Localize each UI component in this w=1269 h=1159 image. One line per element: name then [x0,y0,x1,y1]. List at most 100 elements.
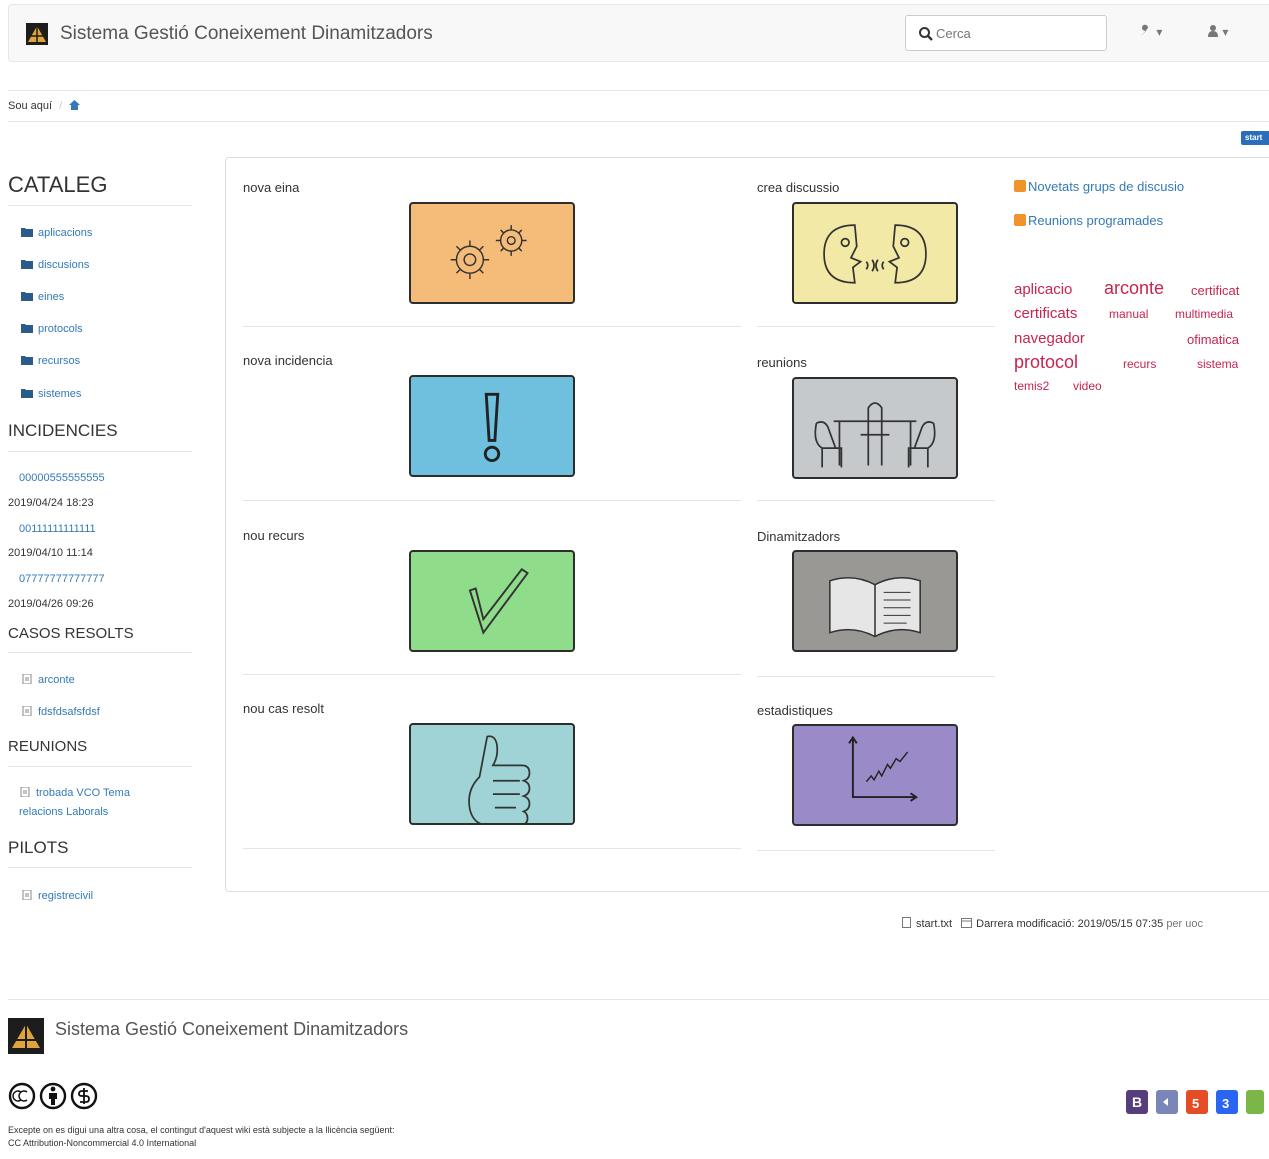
user-dropdown[interactable]: ▾ [1207,24,1228,39]
bootstrap-icon[interactable]: B [1126,1090,1148,1114]
tile-label-dinamitzadors[interactable]: Dinamitzadors [757,529,840,544]
page-id-badge: start [1241,131,1269,145]
meeting-table-icon [814,402,936,468]
divider [8,205,192,206]
chart-icon [848,735,919,802]
css3-icon[interactable]: 3 [1216,1090,1238,1114]
html5-icon[interactable]: 5 [1186,1090,1208,1114]
rss-icon [1014,214,1026,226]
incidencia-link[interactable]: 00000555555555 [19,472,105,484]
page-file[interactable]: start.txt [916,918,952,930]
tag-link[interactable]: multimedia [1175,307,1233,321]
tag-link[interactable]: arconte [1104,278,1164,299]
sidebar-item-fdsfdsafsfdsf[interactable]: fdsfdsafsfdsf [21,706,100,718]
tag-link[interactable]: sistema [1197,357,1238,371]
license-link[interactable]: CC Attribution-Noncommercial 4.0 Interna… [8,1137,394,1150]
tile-estadistiques[interactable] [792,724,958,826]
divider [757,500,995,501]
tag-link[interactable]: video [1073,379,1102,393]
tile-label-crea-discussio[interactable]: crea discussio [757,180,839,195]
tools-caret: ▾ [1156,25,1163,39]
tag-link[interactable]: aplicacio [1014,281,1072,298]
svg-text:3: 3 [1222,1096,1229,1111]
tile-reunions[interactable] [792,377,958,479]
sidebar-heading-cataleg: CATALEG [8,172,108,197]
sidebar-heading-casos: CASOS RESOLTS [8,625,134,642]
tile-label-reunions[interactable]: reunions [757,355,807,370]
incidencia-date: 2019/04/24 18:23 [8,497,94,509]
site-logo[interactable] [26,23,48,45]
divider [8,999,1269,1000]
thumbs-up-icon [468,735,531,823]
folder-icon [21,228,33,237]
tag-link[interactable]: recurs [1123,357,1156,371]
php-icon[interactable] [1156,1090,1178,1114]
incidencia-date: 2019/04/26 09:26 [8,598,94,610]
sidebar-item-label: protocols [38,323,83,335]
user-caret: ▾ [1222,25,1229,39]
modified-by: per uoc [1166,918,1204,930]
sidebar-item-label: trobada VCO Tema relacions Laborals [19,787,130,818]
feed-label: Novetats grups de discusio [1028,179,1185,194]
feed-link-reunions[interactable]: Reunions programades [1014,213,1163,228]
sidebar-item-label: eines [38,291,65,303]
document-icon [20,786,30,798]
sidebar-item-reunio[interactable]: trobada VCO Tema relacions Laborals [19,784,169,822]
sidebar-item-arconte[interactable]: arconte [21,674,75,686]
tile-label-estadistiques[interactable]: estadistiques [757,703,833,718]
tag-link[interactable]: ofimatica [1187,332,1239,347]
sidebar-item-label: arconte [38,674,75,686]
feed-link-discusio[interactable]: Novetats grups de discusio [1014,179,1184,194]
tag-link[interactable]: temis2 [1014,379,1049,393]
sidebar-item-label: discusions [38,259,90,271]
divider [8,451,192,452]
checkmark-icon [468,567,529,635]
divider [243,500,741,501]
footer-logo[interactable] [8,1018,44,1054]
home-icon[interactable] [69,100,81,110]
sidebar-item-label: aplicacions [38,227,93,239]
tag-link[interactable]: navegador [1014,330,1085,347]
incidencia-link[interactable]: 00111111111111 [19,523,96,535]
breadcrumb-label: Sou aquí [8,100,53,112]
tag-link[interactable]: manual [1109,307,1148,321]
tile-label-nova-incidencia[interactable]: nova incidencia [243,353,333,368]
tile-nova-eina[interactable] [409,202,575,304]
license-text: Excepte on es digui una altra cosa, el c… [8,1124,394,1150]
sidebar-item-registrecivil[interactable]: registrecivil [21,890,93,902]
open-book-icon [829,576,921,638]
search-box[interactable] [905,15,1107,51]
dokuwiki-icon[interactable] [1246,1090,1264,1114]
tile-dinamitzadors[interactable] [792,550,958,652]
tile-crea-discussio[interactable] [792,202,958,304]
sidebar-item-discusions[interactable]: discusions [21,259,89,271]
search-input[interactable] [936,24,1096,42]
tile-label-nova-eina[interactable]: nova eina [243,180,299,195]
sidebar-item-sistemes[interactable]: sistemes [21,388,81,400]
folder-icon [21,389,33,398]
incidencia-link[interactable]: 07777777777777 [19,573,105,585]
document-icon [902,917,911,928]
navbar: Sistema Gestió Coneixement Dinamitzadors… [8,4,1269,62]
site-title[interactable]: Sistema Gestió Coneixement Dinamitzadors [60,23,433,45]
sidebar-item-eines[interactable]: eines [21,291,64,303]
divider [757,676,995,677]
tile-label-nou-cas-resolt[interactable]: nou cas resolt [243,701,324,716]
wrench-icon [1141,24,1149,36]
tag-link[interactable]: certificat [1191,283,1239,298]
faces-talking-icon [823,224,927,284]
tile-label-nou-recurs[interactable]: nou recurs [243,528,304,543]
incidencia-date: 2019/04/10 11:14 [8,547,93,559]
sidebar-item-aplicacions[interactable]: aplicacions [21,227,92,239]
sidebar-item-protocols[interactable]: protocols [21,323,83,335]
divider [8,121,1269,122]
tools-dropdown[interactable]: ▾ [1139,24,1162,39]
tile-nova-incidencia[interactable] [409,375,575,477]
cc-license-icon[interactable] [8,1082,100,1110]
sidebar-item-recursos[interactable]: recursos [21,355,80,367]
divider [8,652,192,653]
tag-link[interactable]: protocol [1014,352,1078,373]
tag-link[interactable]: certificats [1014,305,1077,322]
tile-nou-recurs[interactable] [409,550,575,652]
tile-nou-cas-resolt[interactable] [409,723,575,825]
